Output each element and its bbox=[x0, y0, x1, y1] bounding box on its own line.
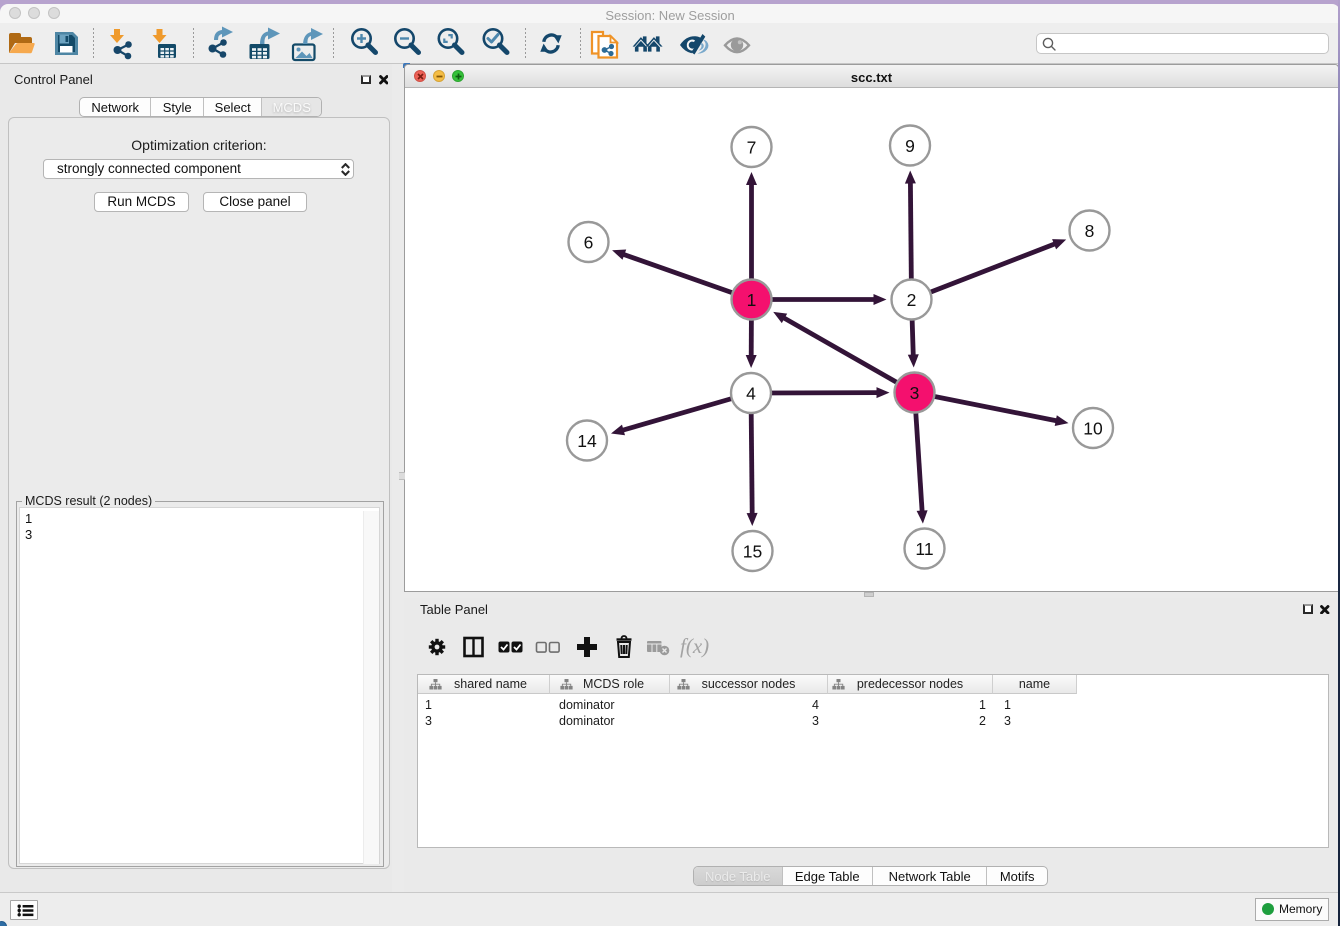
svg-text:7: 7 bbox=[747, 138, 757, 158]
svg-text:4: 4 bbox=[746, 384, 756, 404]
svg-text:10: 10 bbox=[1083, 419, 1103, 439]
svg-text:11: 11 bbox=[915, 539, 933, 559]
svg-text:14: 14 bbox=[577, 431, 597, 451]
svg-text:f(x): f(x) bbox=[680, 634, 709, 658]
svg-text:3: 3 bbox=[910, 383, 920, 403]
svg-text:8: 8 bbox=[1085, 221, 1095, 241]
svg-text:1: 1 bbox=[747, 290, 757, 310]
svg-text:9: 9 bbox=[905, 136, 915, 156]
svg-text:15: 15 bbox=[743, 542, 762, 562]
svg-text:6: 6 bbox=[584, 233, 594, 253]
svg-text:2: 2 bbox=[907, 290, 917, 310]
